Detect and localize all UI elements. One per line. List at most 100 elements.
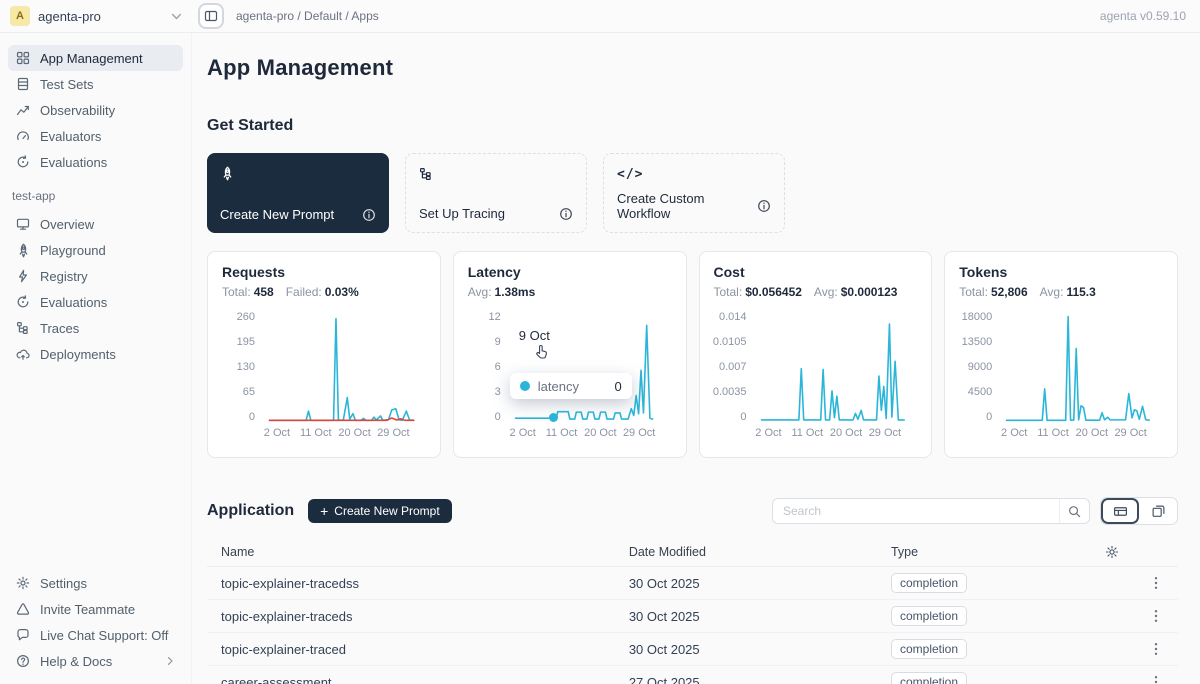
- sidebar-item-observability[interactable]: Observability: [8, 97, 183, 123]
- latency-plot[interactable]: 2 Oct11 Oct20 Oct29 Oct 9 Oct latency 0: [510, 311, 672, 423]
- plus-icon: +: [320, 504, 328, 518]
- column-header-name[interactable]: Name: [207, 545, 615, 559]
- row-menu-button[interactable]: [1148, 673, 1164, 684]
- type-badge: completion: [891, 639, 967, 659]
- stat-avg: Avg:1.38ms: [468, 285, 536, 299]
- sidebar-item-evaluators[interactable]: Evaluators: [8, 123, 183, 149]
- chart-title: Latency: [468, 264, 672, 280]
- tokens-plot[interactable]: 2 Oct11 Oct20 Oct29 Oct: [1001, 311, 1163, 423]
- sidebar-item-live-chat-support-off[interactable]: Live Chat Support: Off: [8, 622, 183, 648]
- info-icon[interactable]: [559, 207, 573, 221]
- stat-total: Total:52,806: [959, 285, 1027, 299]
- metric-charts-row: Requests Total:458Failed:0.03% 260195130…: [207, 251, 1178, 458]
- sidebar-toggle-button[interactable]: [198, 3, 224, 29]
- row-menu-button[interactable]: [1148, 640, 1164, 658]
- get-started-card-set-up-tracing[interactable]: Set Up Tracing: [405, 153, 587, 233]
- tooltip-date: 9 Oct: [519, 328, 550, 343]
- chevron-right-icon: [165, 656, 175, 666]
- stat-failed: Failed:0.03%: [286, 285, 359, 299]
- panel-left-icon: [204, 9, 218, 23]
- sidebar-item-test-sets[interactable]: Test Sets: [8, 71, 183, 97]
- sidebar-item-app-management[interactable]: App Management: [8, 45, 183, 71]
- column-header-type[interactable]: Type: [877, 545, 1091, 559]
- create-new-prompt-button[interactable]: + Create New Prompt: [308, 499, 452, 523]
- sidebar-item-playground[interactable]: Playground: [8, 237, 183, 263]
- cursor-hand-icon: [534, 344, 549, 360]
- card-view-button[interactable]: [1139, 498, 1177, 524]
- stat-total: Total:$0.056452: [714, 285, 802, 299]
- tooltip-value: 0: [615, 379, 622, 394]
- chart-title: Cost: [714, 264, 918, 280]
- cost-plot[interactable]: 2 Oct11 Oct20 Oct29 Oct: [756, 311, 918, 423]
- x-axis-ticks: 2 Oct11 Oct20 Oct29 Oct: [264, 427, 426, 441]
- sidebar-item-registry[interactable]: Registry: [8, 263, 183, 289]
- date-modified-cell: 30 Oct 2025: [615, 576, 877, 591]
- column-header-date-modified[interactable]: Date Modified: [615, 545, 877, 559]
- tokens-line-chart: [1001, 311, 1163, 423]
- get-started-heading: Get Started: [207, 117, 1178, 135]
- y-axis-ticks: 1800013500900045000: [959, 311, 1001, 423]
- series-failed: [269, 418, 415, 420]
- sidebar-item-deployments[interactable]: Deployments: [8, 341, 183, 367]
- sidebar-item-traces[interactable]: Traces: [8, 315, 183, 341]
- workspace-avatar: A: [10, 6, 30, 26]
- cloud-icon: [16, 347, 31, 362]
- table-header-row: Name Date Modified Type: [207, 537, 1178, 567]
- cost-line-chart: [756, 311, 918, 423]
- gear-icon: [16, 576, 31, 591]
- table-view-button[interactable]: [1101, 498, 1139, 524]
- tree-icon: [419, 165, 573, 183]
- info-icon[interactable]: [757, 199, 771, 213]
- search-icon[interactable]: [1059, 499, 1089, 523]
- table-row[interactable]: topic-explainer-traceds 30 Oct 2025 comp…: [207, 600, 1178, 633]
- app-name-cell[interactable]: topic-explainer-tracedss: [207, 576, 615, 591]
- table-row[interactable]: topic-explainer-traced 30 Oct 2025 compl…: [207, 633, 1178, 666]
- grid-icon: [16, 51, 31, 66]
- card-view-icon: [1151, 504, 1166, 519]
- chart-card-latency: Latency Avg:1.38ms 129630 2 Oct11 Oct20 …: [453, 251, 687, 458]
- table-row[interactable]: topic-explainer-tracedss 30 Oct 2025 com…: [207, 567, 1178, 600]
- get-started-card-create-custom-workflow[interactable]: </> Create Custom Workflow: [603, 153, 785, 233]
- sidebar-item-evaluations[interactable]: Evaluations: [8, 149, 183, 175]
- type-badge: completion: [891, 573, 967, 593]
- chevron-down-icon: [171, 11, 182, 22]
- table-row[interactable]: career-assessment 27 Oct 2025 completion: [207, 666, 1178, 684]
- stat-total: Total:458: [222, 285, 274, 299]
- app-name-cell[interactable]: topic-explainer-traced: [207, 642, 615, 657]
- requests-plot[interactable]: 2 Oct11 Oct20 Oct29 Oct: [264, 311, 426, 423]
- row-menu-button[interactable]: [1148, 574, 1164, 592]
- triangle-icon: [16, 602, 31, 617]
- sidebar-item-settings[interactable]: Settings: [8, 570, 183, 596]
- sidebar-item-help-docs[interactable]: Help & Docs: [8, 648, 183, 674]
- series-dot: [520, 381, 530, 391]
- topbar: A agenta-pro agenta-pro / Default / Apps…: [0, 0, 1200, 33]
- sidebar-section-label: test-app: [8, 175, 183, 211]
- x-axis-ticks: 2 Oct11 Oct20 Oct29 Oct: [510, 427, 672, 441]
- gear-icon: [1105, 545, 1164, 559]
- column-settings[interactable]: [1091, 545, 1178, 559]
- sidebar-item-invite-teammate[interactable]: Invite Teammate: [8, 596, 183, 622]
- refresh-icon: [16, 295, 31, 310]
- testset-icon: [16, 77, 31, 92]
- type-badge: completion: [891, 672, 967, 684]
- sidebar-bottom-nav: SettingsInvite TeammateLive Chat Support…: [8, 570, 183, 674]
- info-icon[interactable]: [362, 208, 376, 222]
- workspace-selector[interactable]: A agenta-pro: [10, 6, 182, 26]
- chart-title: Tokens: [959, 264, 1163, 280]
- sidebar-item-evaluations[interactable]: Evaluations: [8, 289, 183, 315]
- series-tokens: [1006, 317, 1150, 421]
- row-menu-button[interactable]: [1148, 607, 1164, 625]
- app-name-cell[interactable]: career-assessment: [207, 675, 615, 684]
- refresh-icon: [16, 155, 31, 170]
- search-input[interactable]: [773, 504, 1059, 518]
- date-modified-cell: 30 Oct 2025: [615, 642, 877, 657]
- sidebar-item-overview[interactable]: Overview: [8, 211, 183, 237]
- get-started-card-create-new-prompt[interactable]: Create New Prompt: [207, 153, 389, 233]
- sidebar-main-nav: App ManagementTest SetsObservabilityEval…: [8, 45, 183, 175]
- series-cost: [760, 324, 904, 420]
- chart-tooltip: latency 0: [510, 373, 632, 399]
- chart-title: Requests: [222, 264, 426, 280]
- app-name-cell[interactable]: topic-explainer-traceds: [207, 609, 615, 624]
- breadcrumb[interactable]: agenta-pro / Default / Apps: [236, 9, 379, 23]
- get-started-cards: Create New Prompt Set Up Tracing</> Crea…: [207, 153, 1178, 233]
